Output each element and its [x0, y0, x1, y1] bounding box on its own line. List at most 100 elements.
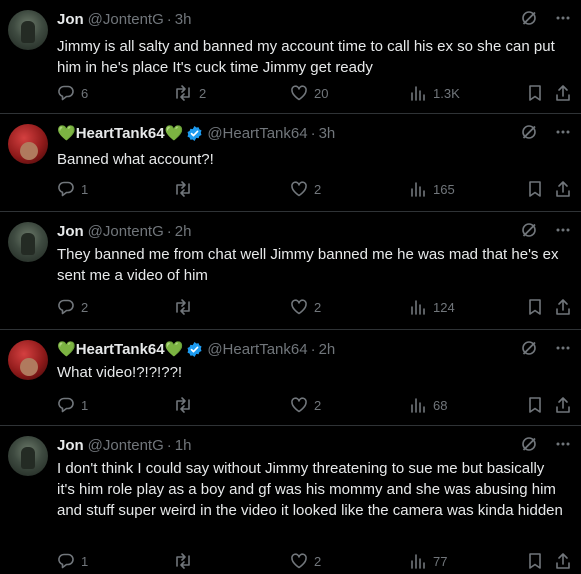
more-icon[interactable] [555, 436, 571, 452]
retweet-button[interactable] [173, 180, 199, 198]
separator: · [166, 10, 172, 28]
tweet-header: Jon @JontentG · 3h [57, 10, 191, 28]
reply-thread: Jon @JontentG · 3h Jimmy is all salty an… [0, 0, 581, 574]
timestamp[interactable]: 1h [175, 437, 192, 454]
reply-button[interactable]: 1 [57, 552, 88, 570]
grok-icon[interactable] [521, 124, 537, 140]
reply-count: 1 [81, 181, 89, 197]
views-button[interactable]: 1.3K [409, 84, 460, 102]
avatar[interactable] [8, 340, 48, 380]
display-name[interactable]: Jon [57, 223, 84, 240]
like-button[interactable]: 20 [290, 84, 328, 102]
like-icon [290, 298, 308, 316]
handle[interactable]: @HeartTank64 [207, 341, 307, 358]
views-button[interactable]: 165 [409, 180, 455, 198]
like-count: 2 [314, 181, 322, 197]
separator: · [166, 436, 172, 454]
action-bar: 1 2 77 [57, 552, 573, 572]
timestamp[interactable]: 3h [319, 125, 336, 142]
retweet-button[interactable] [173, 298, 199, 316]
avatar[interactable] [8, 436, 48, 476]
more-icon[interactable] [555, 124, 571, 140]
bookmark-button[interactable] [527, 396, 543, 414]
handle[interactable]: @HeartTank64 [207, 125, 307, 142]
reply-button[interactable]: 2 [57, 298, 88, 316]
bookmark-icon [527, 552, 543, 570]
grok-icon[interactable] [521, 340, 537, 356]
bookmark-button[interactable] [527, 298, 543, 316]
tweet[interactable]: Jon @JontentG · 3h Jimmy is all salty an… [0, 0, 581, 114]
tweet-text: Banned what account?! [57, 151, 214, 168]
tweet-header: Jon @JontentG · 2h [57, 222, 191, 240]
share-button[interactable] [554, 552, 572, 570]
share-icon [554, 552, 572, 570]
green-heart-emoji: 💚 [164, 341, 184, 358]
like-button[interactable]: 2 [290, 552, 321, 570]
retweet-icon [173, 396, 193, 414]
bookmark-button[interactable] [527, 552, 543, 570]
views-button[interactable]: 77 [409, 552, 447, 570]
timestamp[interactable]: 3h [175, 11, 192, 28]
tweet[interactable]: Jon @JontentG · 2h They banned me from c… [0, 212, 581, 330]
share-icon [554, 84, 572, 102]
share-button[interactable] [554, 396, 572, 414]
avatar[interactable] [8, 10, 48, 50]
reply-icon [57, 552, 75, 570]
display-name[interactable]: Jon [57, 11, 84, 28]
share-button[interactable] [554, 180, 572, 198]
like-button[interactable]: 2 [290, 298, 321, 316]
more-icon[interactable] [555, 340, 571, 356]
retweet-button[interactable]: 2 [173, 84, 206, 102]
tweet[interactable]: 💚 HeartTank64 💚 @HeartTank64 · 2h What v… [0, 330, 581, 426]
share-button[interactable] [554, 298, 572, 316]
like-icon [290, 552, 308, 570]
more-icon[interactable] [555, 10, 571, 26]
views-icon [409, 552, 427, 570]
retweet-button[interactable] [173, 396, 199, 414]
like-button[interactable]: 2 [290, 180, 321, 198]
reply-count: 1 [81, 397, 89, 413]
reply-count: 2 [81, 299, 89, 315]
like-icon [290, 396, 308, 414]
separator: · [310, 124, 316, 142]
reply-button[interactable]: 6 [57, 84, 88, 102]
grok-icon[interactable] [521, 10, 537, 26]
reply-icon [57, 396, 75, 414]
views-icon [409, 180, 427, 198]
views-count: 1.3K [433, 85, 460, 101]
green-heart-emoji: 💚 [57, 341, 76, 358]
tweet[interactable]: 💚 HeartTank64 💚 @HeartTank64 · 3h Banned… [0, 114, 581, 212]
handle[interactable]: @JontentG [88, 437, 164, 454]
avatar[interactable] [8, 124, 48, 164]
timestamp[interactable]: 2h [175, 223, 192, 240]
bookmark-button[interactable] [527, 180, 543, 198]
grok-icon[interactable] [521, 436, 537, 452]
views-button[interactable]: 124 [409, 298, 455, 316]
retweet-button[interactable] [173, 552, 199, 570]
display-name[interactable]: Jon [57, 437, 84, 454]
views-icon [409, 298, 427, 316]
handle[interactable]: @JontentG [88, 223, 164, 240]
views-icon [409, 396, 427, 414]
views-count: 165 [433, 181, 455, 197]
like-icon [290, 180, 308, 198]
timestamp[interactable]: 2h [319, 341, 336, 358]
handle[interactable]: @JontentG [88, 11, 164, 28]
share-button[interactable] [554, 84, 572, 102]
action-bar: 6 2 20 1.3K [57, 84, 573, 104]
reply-button[interactable]: 1 [57, 180, 88, 198]
verified-badge-icon [186, 125, 203, 142]
avatar[interactable] [8, 222, 48, 262]
bookmark-button[interactable] [527, 84, 543, 102]
green-heart-emoji: 💚 [57, 125, 76, 142]
display-name[interactable]: HeartTank64 [76, 341, 165, 358]
views-button[interactable]: 68 [409, 396, 447, 414]
like-button[interactable]: 2 [290, 396, 321, 414]
bookmark-icon [527, 180, 543, 198]
grok-icon[interactable] [521, 222, 537, 238]
tweet[interactable]: Jon @JontentG · 1h I don't think I could… [0, 426, 581, 574]
reply-button[interactable]: 1 [57, 396, 88, 414]
display-name[interactable]: HeartTank64 [76, 125, 165, 142]
more-icon[interactable] [555, 222, 571, 238]
tweet-text: They banned me from chat well Jimmy bann… [57, 246, 559, 284]
